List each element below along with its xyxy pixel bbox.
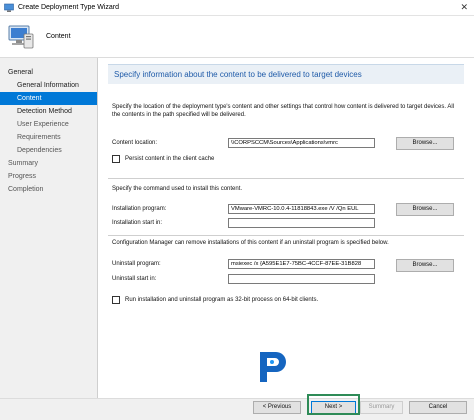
installation-program-browse-button[interactable]: Browse... (396, 203, 454, 216)
separator (108, 235, 464, 236)
content-location-input[interactable]: \\CORPSCCM\Sources\Applications\vmrc (228, 138, 375, 148)
installation-program-input[interactable]: VMware-VMRC-10.0.4-11818843.exe /V /Qn E… (228, 204, 375, 214)
uninstall-program-input[interactable]: msiexec /x {A595E1E7-75BC-4CCF-87EE-31B8… (228, 259, 375, 269)
cancel-button[interactable]: Cancel (409, 401, 467, 414)
heading-band: Specify information about the content to… (108, 64, 464, 84)
content-location-browse-button[interactable]: Browse... (396, 137, 454, 150)
nav-item-completion[interactable]: Completion (0, 183, 97, 196)
content-heading: Specify information about the content to… (114, 70, 362, 79)
uninstall-intro-text: Configuration Manager can remove install… (112, 240, 389, 246)
persist-cache-label: Persist content in the client cache (125, 156, 215, 162)
uninstall-start-in-input[interactable] (228, 274, 375, 284)
nav-item-general[interactable]: General (0, 66, 97, 79)
installation-program-label: Installation program: (112, 206, 167, 212)
wizard-header: Content (0, 16, 474, 58)
nav-item-dependencies[interactable]: Dependencies (0, 144, 97, 157)
close-icon[interactable]: ✕ (460, 2, 468, 13)
separator (108, 178, 464, 179)
window-title: Create Deployment Type Wizard (18, 4, 120, 11)
content-location-label: Content location: (112, 140, 158, 146)
title-bar: Create Deployment Type Wizard ✕ (0, 0, 474, 16)
page-heading: Content (46, 33, 71, 40)
uninstall-start-in-label: Uninstall start in: (112, 276, 157, 282)
wizard-nav: General General Information Content Dete… (0, 58, 98, 398)
installation-start-in-input[interactable] (228, 218, 375, 228)
nav-item-progress[interactable]: Progress (0, 170, 97, 183)
installation-start-in-label: Installation start in: (112, 220, 163, 226)
summary-button[interactable]: Summary (360, 401, 403, 414)
uninstall-program-browse-button[interactable]: Browse... (396, 259, 454, 272)
logo-icon (260, 352, 286, 382)
wizard-app-icon (4, 3, 14, 12)
wizard-footer: < Previous Next > Summary Cancel (0, 398, 474, 420)
uninstall-program-label: Uninstall program: (112, 261, 161, 267)
nav-item-user-experience[interactable]: User Experience (0, 118, 97, 131)
run-32bit-label: Run installation and uninstall program a… (125, 297, 319, 303)
run-32bit-checkbox[interactable] (112, 296, 120, 304)
nav-item-summary[interactable]: Summary (0, 157, 97, 170)
persist-cache-checkbox[interactable] (112, 155, 120, 163)
content-description: Specify the location of the deployment t… (112, 104, 455, 118)
next-button-highlight (307, 394, 360, 415)
computer-icon (8, 25, 34, 49)
install-intro-text: Specify the command used to install this… (112, 186, 243, 192)
nav-item-general-information[interactable]: General Information (0, 79, 97, 92)
nav-item-requirements[interactable]: Requirements (0, 131, 97, 144)
nav-item-content[interactable]: Content (0, 92, 97, 105)
previous-button[interactable]: < Previous (253, 401, 301, 414)
nav-item-detection-method[interactable]: Detection Method (0, 105, 97, 118)
content-panel: Specify information about the content to… (98, 58, 474, 398)
